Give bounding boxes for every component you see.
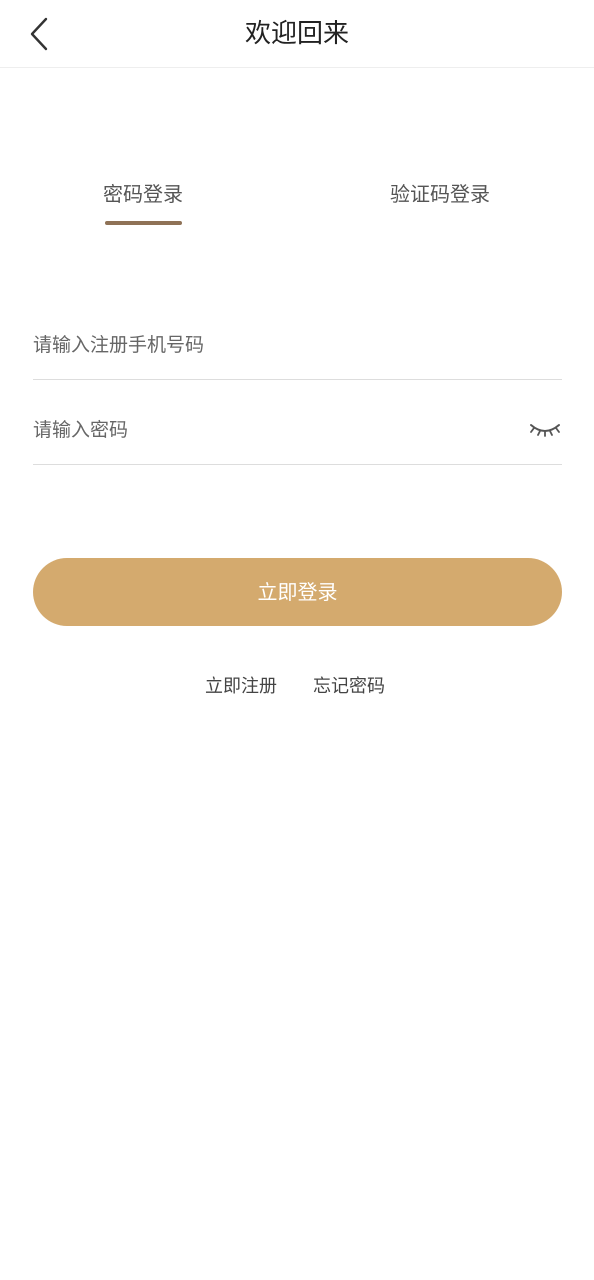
tab-code-login[interactable]: 验证码登录 xyxy=(340,178,540,207)
password-field xyxy=(33,406,562,465)
login-tabs: 密码登录 验证码登录 xyxy=(0,178,594,238)
tab-password-login[interactable]: 密码登录 xyxy=(43,178,243,207)
phone-field xyxy=(33,321,562,380)
active-tab-indicator xyxy=(105,221,182,225)
auth-links: 立即注册 忘记密码 xyxy=(0,672,594,702)
top-bar: 欢迎回来 xyxy=(0,0,594,68)
register-link[interactable]: 立即注册 xyxy=(205,672,277,698)
forgot-password-link[interactable]: 忘记密码 xyxy=(313,672,385,698)
password-visibility-toggle[interactable] xyxy=(528,418,562,442)
login-button[interactable]: 立即登录 xyxy=(33,558,562,626)
eye-closed-icon xyxy=(530,424,560,437)
password-input[interactable] xyxy=(33,406,513,454)
page-title: 欢迎回来 xyxy=(244,19,349,49)
phone-input[interactable] xyxy=(33,321,513,369)
